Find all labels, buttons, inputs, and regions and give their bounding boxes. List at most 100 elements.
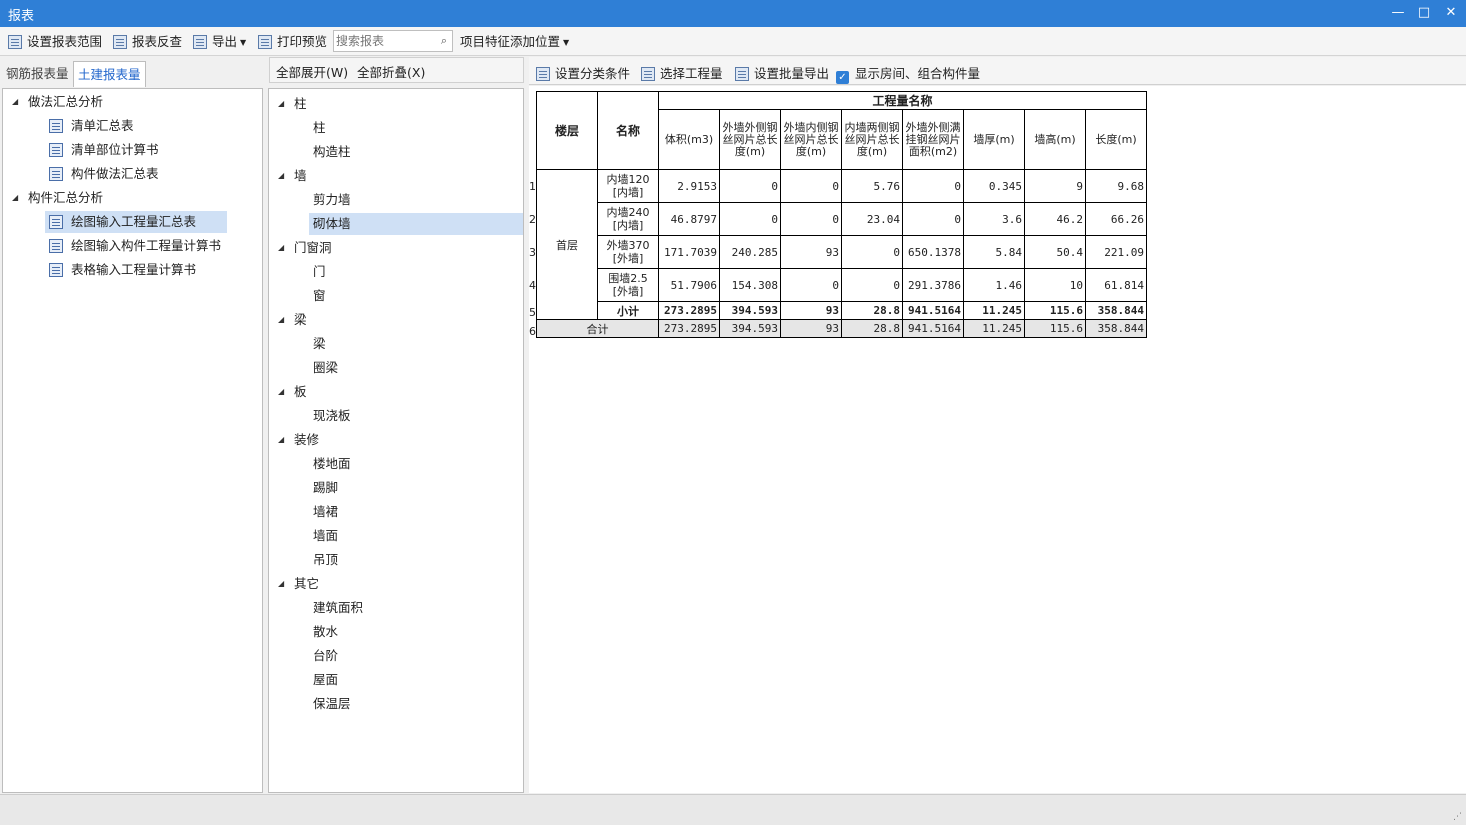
tree-actions-bar: 全部展开(W) 全部折叠(X) — [269, 57, 524, 83]
table-row[interactable]: 首层 内墙120 [内墙] 2.9153 0 0 5.76 0 0.345 9 9.68 — [536, 169, 1147, 320]
export-button[interactable]: 导出 ▼ — [193, 32, 246, 52]
tree-category[interactable]: ◢ 门窗洞 — [269, 237, 519, 259]
report-item[interactable]: 表格输入工程量计算书 — [45, 259, 227, 281]
tree-leaf[interactable]: 建筑面积 — [309, 597, 523, 619]
tree-leaf[interactable]: 楼地面 — [309, 453, 523, 475]
subtotal-row[interactable]: 小计 273.2895 394.593 93 28.8 941.5164 11.245 115… — [537, 301, 1147, 320]
set-range-label: 设置报表范围 — [27, 34, 103, 49]
total-cell: 11.245 — [963, 319, 1025, 338]
report-item[interactable]: 构件做法汇总表 — [45, 163, 227, 185]
expand-triangle-icon: ◢ — [278, 243, 285, 252]
tree-leaf[interactable]: 窗 — [309, 285, 523, 307]
table-row[interactable]: 围墙2.5 [外墙] 51.7906 154.308 0 0 291.3786 1.46 10… — [537, 268, 1147, 302]
collapse-all-button[interactable]: 全部折叠(X) — [357, 62, 425, 81]
minimize-button[interactable]: — — [1389, 4, 1407, 22]
tree-leaf[interactable]: 吊顶 — [309, 549, 523, 571]
feature-position-dropdown[interactable]: 项目特征添加位置 ▼ — [460, 32, 569, 52]
value-cell: 0 — [841, 268, 903, 302]
tree-leaf[interactable]: 墙面 — [309, 525, 523, 547]
batch-export-button[interactable]: 设置批量导出 — [735, 63, 829, 82]
value-cell: 0 — [841, 235, 903, 269]
tree-category[interactable]: ◢ 梁 — [269, 309, 519, 331]
maximize-button[interactable]: □ — [1415, 4, 1433, 22]
tree-leaf[interactable]: 梁 — [309, 333, 523, 355]
reverse-lookup-icon — [113, 35, 127, 49]
tree-leaf-selected[interactable]: 砌体墙 — [309, 213, 523, 235]
table-row[interactable]: 内墙240 [内墙] 46.8797 0 0 23.04 0 3.6 46.2 66.26 — [537, 202, 1147, 236]
value-cell: 3.6 — [963, 202, 1025, 236]
value-cell: 650.1378 — [902, 235, 964, 269]
group-label: 构件汇总分析 — [28, 190, 104, 205]
row-number: 5 — [529, 306, 536, 319]
tree-leaf[interactable]: 台阶 — [309, 645, 523, 667]
tab-rebar-report[interactable]: 钢筋报表量 — [2, 61, 73, 87]
expand-all-button[interactable]: 全部展开(W) — [276, 62, 348, 81]
tree-leaf[interactable]: 门 — [309, 261, 523, 283]
tab-civil-report[interactable]: 土建报表量 — [73, 61, 146, 87]
tree-leaf[interactable]: 剪力墙 — [309, 189, 523, 211]
tree-group-component[interactable]: ◢ 构件汇总分析 — [3, 187, 253, 209]
report-item[interactable]: 清单部位计算书 — [45, 139, 227, 161]
subtotal-cell: 11.245 — [963, 301, 1025, 320]
value-cell: 0 — [902, 169, 964, 203]
main-toolbar: 设置报表范围 报表反查 导出 ▼ 打印预览 项目特征添加位置 ▼ — [0, 27, 1466, 56]
subtotal-cell: 115.6 — [1024, 301, 1086, 320]
set-range-button[interactable]: 设置报表范围 — [8, 32, 102, 52]
tree-leaf[interactable]: 踢脚 — [309, 477, 523, 499]
total-cell: 115.6 — [1024, 319, 1086, 338]
tree-leaf[interactable]: 屋面 — [309, 669, 523, 691]
subtotal-cell: 941.5164 — [902, 301, 964, 320]
total-row[interactable]: 合计 273.2895 394.593 93 28.8 941.5164 11.245 115… — [536, 319, 1147, 338]
category-label: 板 — [294, 384, 307, 399]
value-cell: 46.2 — [1024, 202, 1086, 236]
search-icon[interactable]: ⌕ — [441, 34, 447, 48]
value-cell: 61.814 — [1085, 268, 1147, 302]
category-label: 梁 — [294, 312, 307, 327]
search-input[interactable] — [336, 33, 432, 49]
report-type-tabs: 钢筋报表量 土建报表量 — [0, 57, 263, 88]
column-header: 外墙外侧满挂钢丝网片面积(m2) — [902, 109, 964, 170]
select-quantity-button[interactable]: 选择工程量 — [641, 63, 723, 82]
tree-leaf[interactable]: 现浇板 — [309, 405, 523, 427]
checkbox-checked-icon: ✓ — [836, 71, 849, 84]
report-item[interactable]: 绘图输入构件工程量计算书 — [45, 235, 227, 257]
classify-condition-button[interactable]: 设置分类条件 — [536, 63, 630, 82]
report-doc-icon — [49, 119, 63, 133]
column-header: 外墙内侧钢丝网片总长度(m) — [780, 109, 842, 170]
value-cell: 240.285 — [719, 235, 781, 269]
tree-category[interactable]: ◢ 柱 — [269, 93, 519, 115]
tree-category[interactable]: ◢ 墙 — [269, 165, 519, 187]
tree-leaf[interactable]: 墙裙 — [309, 501, 523, 523]
expand-triangle-icon: ◢ — [12, 193, 19, 202]
tree-leaf[interactable]: 构造柱 — [309, 141, 523, 163]
tree-category[interactable]: ◢ 装修 — [269, 429, 519, 451]
print-preview-button[interactable]: 打印预览 — [258, 32, 327, 52]
close-button[interactable]: ✕ — [1442, 4, 1460, 22]
value-cell: 5.76 — [841, 169, 903, 203]
tree-leaf[interactable]: 保温层 — [309, 693, 523, 715]
tree-leaf[interactable]: 圈梁 — [309, 357, 523, 379]
value-cell: 23.04 — [841, 202, 903, 236]
tree-leaf[interactable]: 散水 — [309, 621, 523, 643]
value-cell: 291.3786 — [902, 268, 964, 302]
tree-leaf[interactable]: 柱 — [309, 117, 523, 139]
classify-label: 设置分类条件 — [555, 66, 631, 81]
show-rooms-checkbox[interactable]: ✓ 显示房间、组合构件量 — [836, 63, 980, 84]
report-item-selected[interactable]: 绘图输入工程量汇总表 — [45, 211, 227, 233]
tree-category[interactable]: ◢ 其它 — [269, 573, 519, 595]
header-name: 名称 — [597, 91, 659, 170]
component-tree-pane: ◢ 柱柱构造柱 ◢ 墙剪力墙 砌体墙 ◢ 门窗洞门窗 ◢ 梁梁圈梁 ◢ 板现浇板 ◢ 装修 楼地面 踢脚 墙裙… — [268, 88, 524, 793]
value-cell: 0 — [780, 202, 842, 236]
table-row[interactable]: 外墙370 [外墙] 171.7039 240.285 93 0 650.1378 5.84… — [537, 235, 1147, 269]
tree-category[interactable]: ◢ 板 — [269, 381, 519, 403]
total-cell: 358.844 — [1085, 319, 1147, 338]
report-item[interactable]: 清单汇总表 — [45, 115, 227, 137]
value-cell: 5.84 — [963, 235, 1025, 269]
tree-group-method[interactable]: ◢ 做法汇总分析 — [3, 91, 253, 113]
report-search: ⌕ — [333, 30, 453, 52]
expand-triangle-icon: ◢ — [278, 579, 285, 588]
reverse-lookup-button[interactable]: 报表反查 — [113, 32, 182, 52]
resize-grip-icon[interactable]: ⋰ — [1453, 812, 1462, 822]
subtotal-cell: 273.2895 — [658, 301, 720, 320]
select-qty-label: 选择工程量 — [660, 66, 723, 81]
